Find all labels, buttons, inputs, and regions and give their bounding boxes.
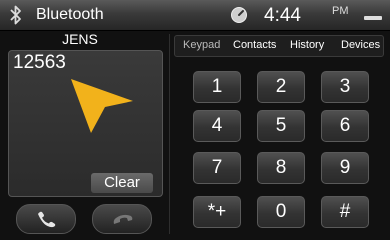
tab-keypad[interactable]: Keypad xyxy=(183,39,220,51)
key-hash[interactable]: # xyxy=(321,196,369,228)
tab-contacts[interactable]: Contacts xyxy=(233,39,276,51)
key-8[interactable]: 8 xyxy=(257,152,305,184)
clear-button[interactable]: Clear xyxy=(91,173,153,193)
panel-divider xyxy=(169,34,170,234)
key-7[interactable]: 7 xyxy=(193,152,241,184)
tab-history[interactable]: History xyxy=(290,39,324,51)
key-3[interactable]: 3 xyxy=(321,71,369,103)
key-6[interactable]: 6 xyxy=(321,110,369,142)
clock-time: 4:44 xyxy=(264,5,301,26)
page-title: Bluetooth xyxy=(36,6,104,23)
bluetooth-icon xyxy=(10,5,21,25)
phone-call-icon xyxy=(38,211,56,228)
minimize-icon[interactable] xyxy=(364,16,382,20)
key-5[interactable]: 5 xyxy=(257,110,305,142)
status-bar: Bluetooth 4:44 PM xyxy=(0,0,390,31)
end-call-button[interactable] xyxy=(92,204,152,234)
dial-display: 12563 Clear xyxy=(8,50,163,197)
key-2[interactable]: 2 xyxy=(257,71,305,103)
call-button[interactable] xyxy=(16,204,76,234)
tab-devices[interactable]: Devices xyxy=(341,39,380,51)
key-0[interactable]: 0 xyxy=(257,196,305,228)
dialed-number: 12563 xyxy=(13,52,66,73)
contact-name: JENS xyxy=(62,31,98,47)
navigation-arrow-icon xyxy=(71,79,133,133)
phone-hangup-icon xyxy=(113,214,133,224)
key-9[interactable]: 9 xyxy=(321,152,369,184)
key-star-plus[interactable]: *+ xyxy=(193,196,241,228)
key-1[interactable]: 1 xyxy=(193,71,241,103)
clock-ampm: PM xyxy=(332,5,349,17)
key-4[interactable]: 4 xyxy=(193,110,241,142)
tab-bar: Keypad Contacts History Devices xyxy=(174,35,384,57)
clock-icon xyxy=(231,7,247,23)
